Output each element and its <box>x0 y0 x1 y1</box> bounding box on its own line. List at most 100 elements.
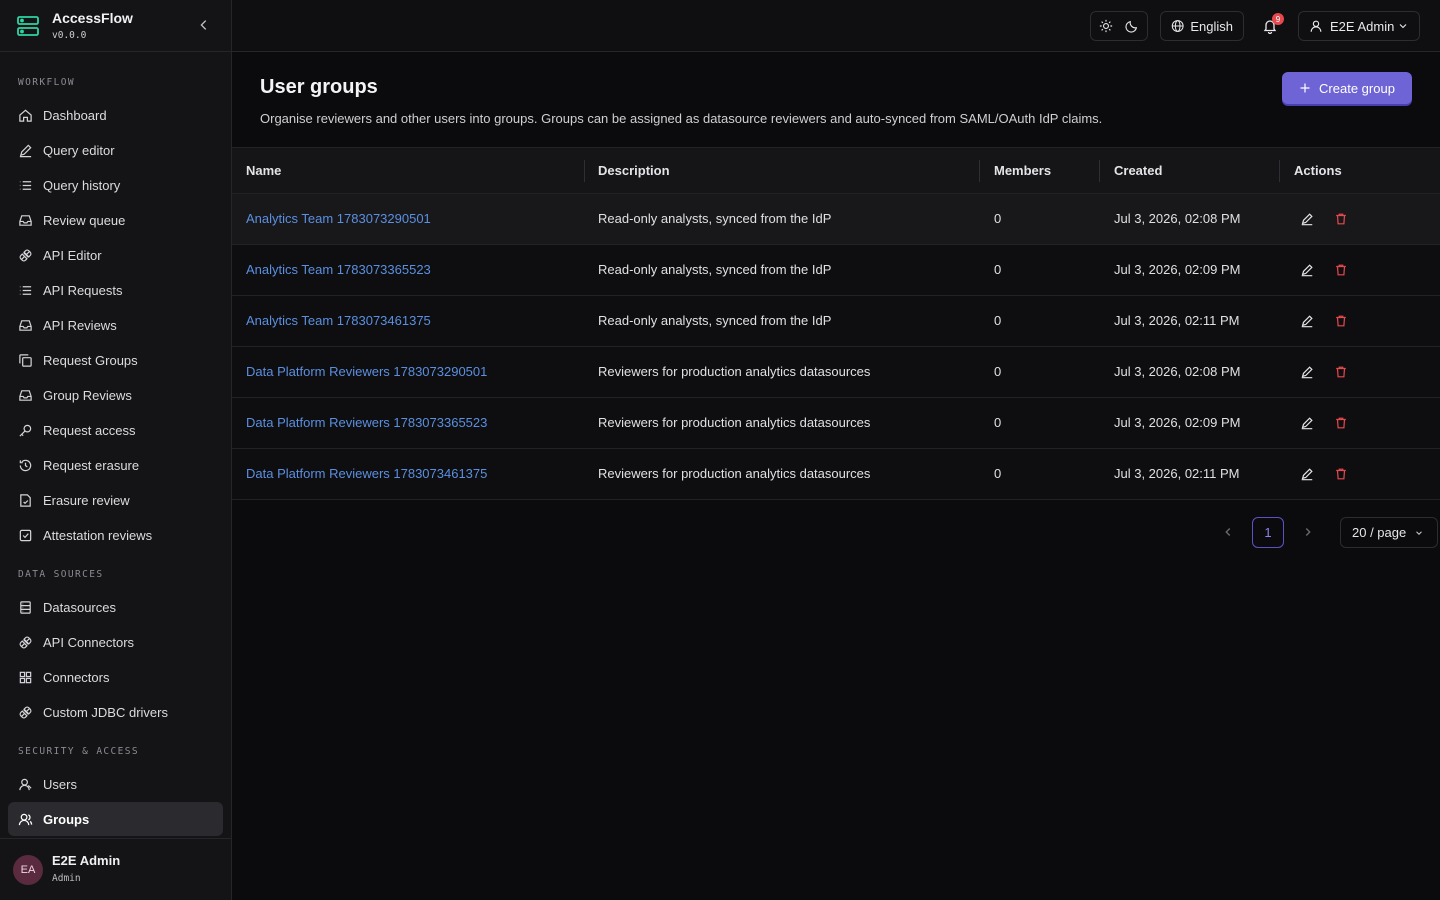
edit-icon[interactable] <box>1300 212 1314 226</box>
column-divider <box>979 160 980 182</box>
user-icon <box>19 778 32 790</box>
group-members-count: 0 <box>994 364 1002 379</box>
app-name: AccessFlow <box>52 9 133 26</box>
sidebar-item-label: Erasure review <box>43 492 130 508</box>
groups-table: Name Description Members Created Actions… <box>232 147 1440 500</box>
sidebar-item-label: API Connectors <box>43 634 135 650</box>
trash-icon[interactable] <box>1334 314 1348 328</box>
sidebar-item-label: Dashboard <box>43 107 107 123</box>
sidebar-item-label: API Requests <box>43 282 123 298</box>
group-members-count: 0 <box>994 466 1002 481</box>
sidebar-item-custom-jdbc-drivers[interactable]: Custom JDBC drivers <box>8 695 223 729</box>
sidebar-item-api-requests[interactable]: API Requests <box>8 273 223 307</box>
column-divider <box>584 160 585 182</box>
history-icon <box>19 459 32 471</box>
group-name-link[interactable]: Analytics Team 1783073365523 <box>246 245 431 295</box>
plug-icon <box>19 249 32 261</box>
pagination-next-icon[interactable] <box>1301 525 1315 539</box>
sidebar-item-attestation-reviews[interactable]: Attestation reviews <box>8 518 223 552</box>
edit-icon[interactable] <box>1300 263 1314 277</box>
sidebar-item-api-connectors[interactable]: API Connectors <box>8 625 223 659</box>
sidebar-item-label: Connectors <box>43 669 110 685</box>
sun-icon[interactable] <box>1099 19 1113 33</box>
brand: AccessFlow v0.0.0 <box>0 0 231 52</box>
group-description: Reviewers for production analytics datas… <box>598 466 871 481</box>
globe-icon <box>1171 20 1184 32</box>
page-size-label: 20 / page <box>1352 525 1407 540</box>
table-body: Analytics Team 1783073290501 Read-only an… <box>232 194 1440 500</box>
sidebar-item-request-erasure[interactable]: Request erasure <box>8 448 223 482</box>
sidebar-item-api-editor[interactable]: API Editor <box>8 238 223 272</box>
column-header-description[interactable]: Description <box>598 148 670 194</box>
create-group-button[interactable]: Create group <box>1282 72 1412 104</box>
app-version: v0.0.0 <box>52 29 87 41</box>
sidebar-item-label: Query editor <box>43 142 115 158</box>
sidebar-item-label: Review queue <box>43 212 126 228</box>
group-created-date: Jul 3, 2026, 02:08 PM <box>1114 364 1241 379</box>
sidebar-item-request-groups[interactable]: Request Groups <box>8 343 223 377</box>
sidebar-item-groups[interactable]: Groups <box>8 802 223 836</box>
sidebar-item-label: Users <box>43 776 77 792</box>
pagination-prev-icon[interactable] <box>1221 525 1235 539</box>
sidebar-item-dashboard[interactable]: Dashboard <box>8 98 223 132</box>
plug-icon <box>19 636 32 648</box>
column-header-name[interactable]: Name <box>246 148 281 194</box>
table-row: Data Platform Reviewers 1783073461375 Rev… <box>232 449 1440 500</box>
trash-icon[interactable] <box>1334 365 1348 379</box>
sidebar-item-users[interactable]: Users <box>8 767 223 801</box>
edit-icon[interactable] <box>1300 416 1314 430</box>
user-menu[interactable]: E2E Admin <box>1298 11 1420 41</box>
edit-icon[interactable] <box>1300 365 1314 379</box>
theme-toggle[interactable] <box>1090 11 1148 41</box>
group-description: Reviewers for production analytics datas… <box>598 415 871 430</box>
table-header: Name Description Members Created Actions <box>232 147 1440 194</box>
sidebar-user[interactable]: EA E2E Admin Admin <box>0 838 231 900</box>
group-name-link[interactable]: Analytics Team 1783073461375 <box>246 296 431 346</box>
group-name-link[interactable]: Data Platform Reviewers 1783073461375 <box>246 449 487 499</box>
trash-icon[interactable] <box>1334 212 1348 226</box>
group-name-link[interactable]: Analytics Team 1783073290501 <box>246 194 431 244</box>
edit-icon[interactable] <box>1300 467 1314 481</box>
group-name-link[interactable]: Data Platform Reviewers 1783073365523 <box>246 398 487 448</box>
sidebar-user-role: Admin <box>52 873 81 884</box>
logo-icon <box>17 15 39 36</box>
plug-icon <box>19 706 32 718</box>
sidebar-item-query-history[interactable]: Query history <box>8 168 223 202</box>
group-members-count: 0 <box>994 211 1002 226</box>
chevron-left-icon[interactable] <box>197 18 211 32</box>
trash-icon[interactable] <box>1334 263 1348 277</box>
trash-icon[interactable] <box>1334 467 1348 481</box>
page-description: Organise reviewers and other users into … <box>260 111 1103 126</box>
edit-icon <box>19 143 32 157</box>
user-menu-name: E2E Admin <box>1330 18 1395 34</box>
moon-icon[interactable] <box>1125 19 1139 33</box>
trash-icon[interactable] <box>1334 416 1348 430</box>
language-select[interactable]: English <box>1160 11 1244 41</box>
sidebar-item-connectors[interactable]: Connectors <box>8 660 223 694</box>
column-header-members[interactable]: Members <box>994 148 1051 194</box>
sidebar-user-name: E2E Admin <box>52 853 121 868</box>
group-created-date: Jul 3, 2026, 02:11 PM <box>1114 313 1240 328</box>
table-row: Data Platform Reviewers 1783073290501 Rev… <box>232 347 1440 398</box>
edit-icon[interactable] <box>1300 314 1314 328</box>
group-created-date: Jul 3, 2026, 02:08 PM <box>1114 211 1241 226</box>
pagination-page-current[interactable]: 1 <box>1252 517 1284 548</box>
sidebar-item-datasources[interactable]: Datasources <box>8 590 223 624</box>
sidebar-item-api-reviews[interactable]: API Reviews <box>8 308 223 342</box>
sidebar-item-request-access[interactable]: Request access <box>8 413 223 447</box>
sidebar-item-review-queue[interactable]: Review queue <box>8 203 223 237</box>
sidebar-item-query-editor[interactable]: Query editor <box>8 133 223 167</box>
table-row: Analytics Team 1783073365523 Read-only an… <box>232 245 1440 296</box>
group-name-link[interactable]: Data Platform Reviewers 1783073290501 <box>246 347 487 397</box>
sidebar-item-label: Attestation reviews <box>43 527 153 543</box>
page-size-select[interactable]: 20 / page <box>1340 517 1438 548</box>
sidebar-item-label: API Editor <box>43 247 102 263</box>
group-description: Reviewers for production analytics datas… <box>598 364 871 379</box>
sidebar-section-label: DATA SOURCES <box>18 569 104 580</box>
column-header-created[interactable]: Created <box>1114 148 1162 194</box>
sidebar-item-erasure-review[interactable]: Erasure review <box>8 483 223 517</box>
group-description: Read-only analysts, synced from the IdP <box>598 262 832 277</box>
sidebar-item-label: API Reviews <box>43 317 117 333</box>
sidebar-item-group-reviews[interactable]: Group Reviews <box>8 378 223 412</box>
column-header-actions: Actions <box>1294 163 1342 178</box>
